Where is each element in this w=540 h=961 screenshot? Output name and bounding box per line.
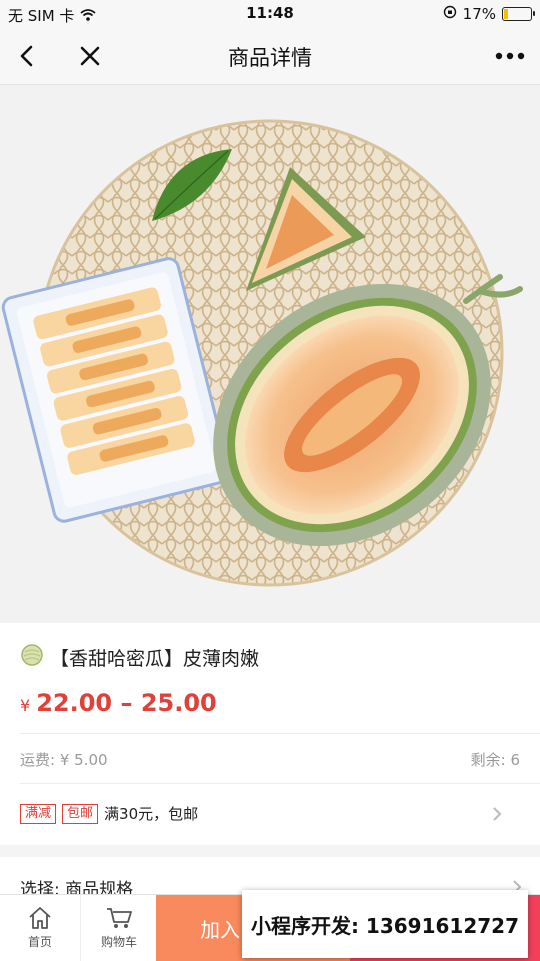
more-button[interactable] [490, 40, 530, 72]
home-label: 首页 [27, 935, 52, 949]
add-to-cart-label: 加入 [200, 917, 240, 942]
status-bar: 无 SIM 卡 11:48 17% [0, 0, 540, 28]
status-right: 17% [443, 5, 535, 23]
divider [20, 733, 540, 734]
melon-emoji-icon [20, 643, 44, 672]
shipping-row: 运费: ¥ 5.00 剩余: 6 [20, 749, 520, 770]
product-image[interactable] [0, 85, 540, 623]
battery-percent: 17% [462, 5, 496, 23]
price-value: 22.00 – 25.00 [36, 689, 217, 717]
cart-icon [107, 908, 132, 928]
shipping-fee: 运费: ¥ 5.00 [20, 751, 108, 769]
promo-tag-discount: 满减 [20, 803, 57, 824]
promo-row[interactable]: 满减 包邮 满30元，包邮 [20, 803, 520, 824]
page-title: 商品详情 [228, 46, 312, 70]
home-tab-button[interactable]: 首页 [2, 895, 78, 961]
price-range: ¥22.00 – 25.00 [20, 689, 217, 717]
product-title: 【香甜哈密瓜】皮薄肉嫩 [50, 648, 260, 670]
cart-label: 购物车 [100, 935, 137, 949]
promo-text: 满30元，包邮 [104, 805, 199, 823]
product-title-row: 【香甜哈密瓜】皮薄肉嫩 [20, 643, 259, 672]
contact-overlay-text: 小程序开发: 13691612727 [250, 913, 520, 938]
nav-bar: 商品详情 [0, 28, 540, 85]
chevron-right-icon [493, 806, 502, 821]
rotation-lock-icon [443, 5, 457, 23]
more-dots-icon [495, 52, 525, 60]
contact-overlay-banner: 小程序开发: 13691612727 [242, 890, 528, 958]
product-info: 【香甜哈密瓜】皮薄肉嫩 ¥22.00 – 25.00 运费: ¥ 5.00 剩余… [0, 623, 540, 845]
stock-remaining: 剩余: 6 [470, 751, 520, 769]
currency-symbol: ¥ [20, 696, 31, 715]
promo-tag-free-shipping: 包邮 [62, 803, 99, 824]
cart-tab-button[interactable]: 购物车 [80, 895, 157, 961]
divider [20, 783, 540, 784]
battery-icon [502, 7, 535, 21]
home-icon [29, 907, 51, 929]
